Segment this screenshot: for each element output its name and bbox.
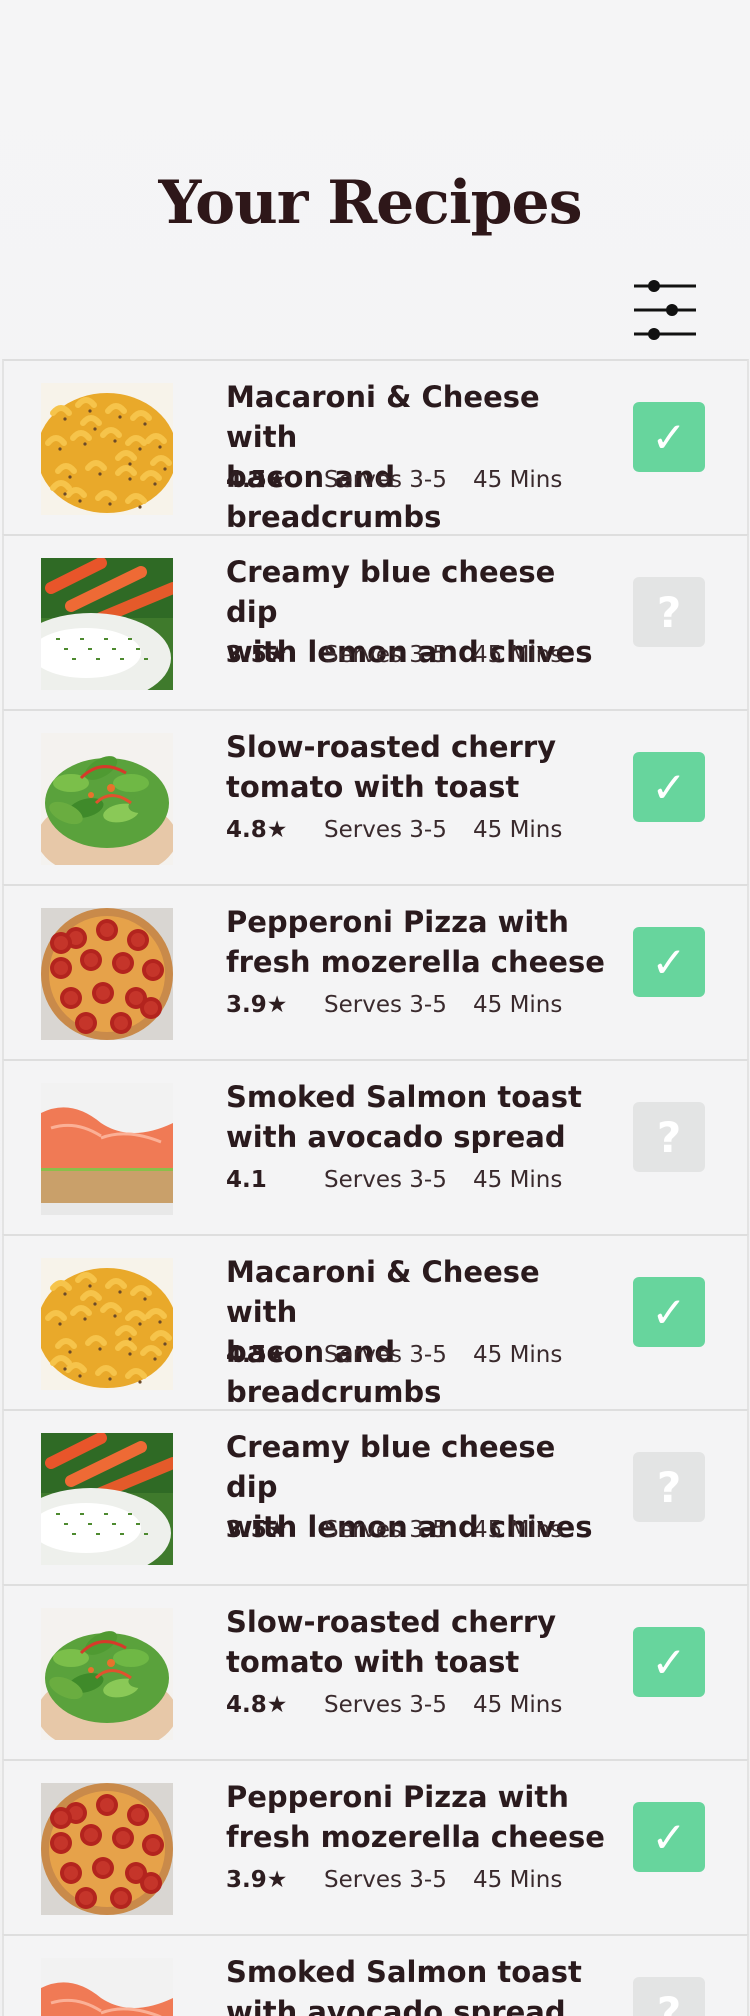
recipe-time: 45 Mins [473,1167,563,1193]
recipe-serves: Serves 3-5 [324,1692,447,1718]
recipe-time: 45 Mins [473,1517,563,1543]
recipe-name: Pepperoni Pizza with fresh mozerella che… [226,1780,605,1854]
unknown-status-button[interactable]: ? [633,1977,705,2016]
recipe-meta: 4.5★ Serves 3-5 45 Mins [226,1342,606,1372]
recipe-meta: 3.5★ Serves 3-5 45 Mins [226,642,606,672]
sliders-icon [634,280,696,340]
recipe-rating: 4.8★ [226,817,288,843]
recipe-serves: Serves 3-5 [324,817,447,843]
recipe-meta: 3.9★ Serves 3-5 45 Mins [226,992,606,1022]
unknown-status-button[interactable]: ? [633,1452,705,1522]
recipe-serves: Serves 3-5 [324,1867,447,1893]
recipe-name: Smoked Salmon toast with avocado spread [226,1955,582,2016]
recipe-row[interactable]: Pepperoni Pizza with fresh mozerella che… [2,1759,749,1934]
recipe-row[interactable]: Slow-roasted cherry tomato with toast 4.… [2,709,749,884]
recipe-rating: 3.5★ [226,1517,288,1543]
recipe-rating: 4.8★ [226,1692,288,1718]
mac-and-cheese-image [41,1258,173,1390]
blue-cheese-dip-image [41,558,173,690]
mac-and-cheese-image [41,383,173,515]
recipe-time: 45 Mins [473,1692,563,1718]
recipe-meta: 4.8★ Serves 3-5 45 Mins [226,817,606,847]
salmon-toast-image [41,1958,173,2016]
recipe-row[interactable]: Macaroni & Cheese with bacon and breadcr… [2,359,749,534]
checkmark-button[interactable]: ✓ [633,402,705,472]
recipe-rating: 4.1 [226,1167,267,1193]
checkmark-button[interactable]: ✓ [633,752,705,822]
recipe-row[interactable]: Creamy blue cheese dip with lemon and ch… [2,534,749,709]
recipe-name: Slow-roasted cherry tomato with toast [226,730,557,804]
recipe-name: Pepperoni Pizza with fresh mozerella che… [226,905,605,979]
recipe-name: Macaroni & Cheese with bacon and breadcr… [226,380,540,534]
blue-cheese-dip-image [41,1433,173,1565]
salad-image [41,1608,173,1740]
recipe-row[interactable]: Creamy blue cheese dip with lemon and ch… [2,1409,749,1584]
page-title: Your Recipes [158,168,582,238]
recipe-serves: Serves 3-5 [324,1517,447,1543]
checkmark-button[interactable]: ✓ [633,1627,705,1697]
recipe-list: Macaroni & Cheese with bacon and breadcr… [2,359,749,2016]
recipe-row[interactable]: Smoked Salmon toast with avocado spread … [2,1934,749,2016]
checkmark-button[interactable]: ✓ [633,1802,705,1872]
recipe-name: Macaroni & Cheese with bacon and breadcr… [226,1255,540,1409]
recipe-row[interactable]: Smoked Salmon toast with avocado spread … [2,1059,749,1234]
recipe-rating: 4.5★ [226,1342,288,1368]
recipe-meta: 4.5★ Serves 3-5 45 Mins [226,467,606,497]
recipe-name: Slow-roasted cherry tomato with toast [226,1605,557,1679]
recipe-time: 45 Mins [473,467,563,493]
recipe-meta: 3.9★ Serves 3-5 45 Mins [226,1867,606,1897]
salmon-toast-image [41,1083,173,1215]
recipes-screen: Your Recipes Macaroni & Cheese with baco… [0,0,750,2016]
recipe-serves: Serves 3-5 [324,992,447,1018]
filter-button[interactable] [632,280,698,340]
pepperoni-pizza-image [41,1783,173,1915]
recipe-time: 45 Mins [473,642,563,668]
pepperoni-pizza-image [41,908,173,1040]
recipe-time: 45 Mins [473,992,563,1018]
recipe-serves: Serves 3-5 [324,642,447,668]
recipe-meta: 4.8★ Serves 3-5 45 Mins [226,1692,606,1722]
salad-image [41,733,173,865]
recipe-time: 45 Mins [473,1342,563,1368]
recipe-serves: Serves 3-5 [324,467,447,493]
recipe-row[interactable]: Macaroni & Cheese with bacon and breadcr… [2,1234,749,1409]
recipe-time: 45 Mins [473,817,563,843]
unknown-status-button[interactable]: ? [633,1102,705,1172]
recipe-serves: Serves 3-5 [324,1167,447,1193]
recipe-time: 45 Mins [473,1867,563,1893]
recipe-rating: 4.5★ [226,467,288,493]
recipe-rating: 3.9★ [226,992,288,1018]
recipe-rating: 3.9★ [226,1867,288,1893]
recipe-serves: Serves 3-5 [324,1342,447,1368]
recipe-row[interactable]: Pepperoni Pizza with fresh mozerella che… [2,884,749,1059]
unknown-status-button[interactable]: ? [633,577,705,647]
checkmark-button[interactable]: ✓ [633,1277,705,1347]
recipe-meta: 4.1 Serves 3-5 45 Mins [226,1167,606,1197]
recipe-row[interactable]: Slow-roasted cherry tomato with toast 4.… [2,1584,749,1759]
checkmark-button[interactable]: ✓ [633,927,705,997]
recipe-name: Smoked Salmon toast with avocado spread [226,1080,582,1154]
recipe-meta: 3.5★ Serves 3-5 45 Mins [226,1517,606,1547]
recipe-rating: 3.5★ [226,642,288,668]
